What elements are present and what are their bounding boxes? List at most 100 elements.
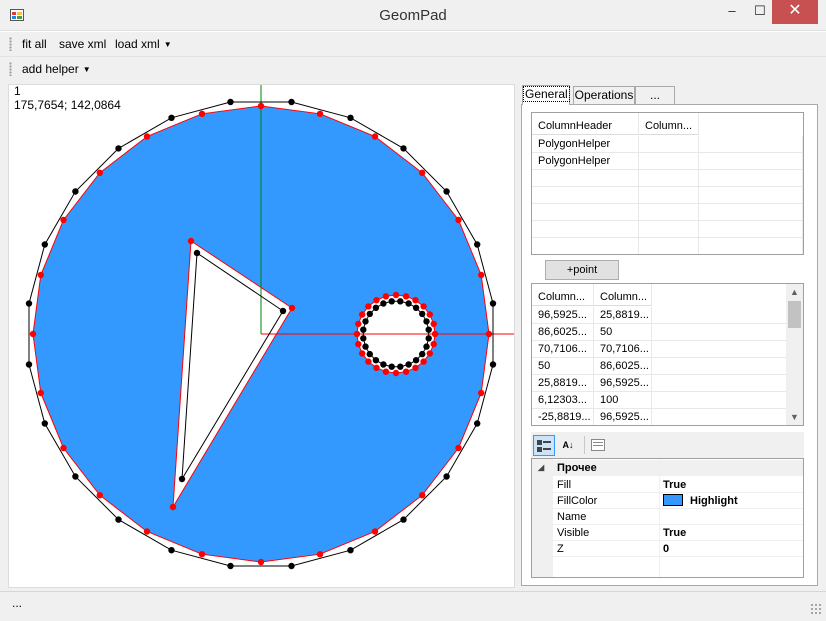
toolbar-grip[interactable]: [9, 37, 12, 51]
property-grid[interactable]: ◢ Прочее Fill True FillColor Highlight Name V…: [531, 458, 804, 578]
table-cell[interactable]: [699, 153, 803, 170]
table-cell[interactable]: 96,5925...: [532, 307, 594, 324]
property-row-fillcolor[interactable]: FillColor Highlight: [532, 493, 803, 509]
save-xml-button[interactable]: save xml: [59, 37, 106, 51]
table-cell[interactable]: [639, 221, 699, 238]
table-cell[interactable]: [699, 170, 803, 187]
table-row[interactable]: [532, 187, 803, 204]
property-value[interactable]: True: [663, 477, 686, 493]
scroll-up-icon[interactable]: ▲: [786, 284, 803, 300]
add-helper-dropdown[interactable]: add helper ▼: [22, 62, 91, 76]
table-row[interactable]: [532, 170, 803, 187]
table-cell[interactable]: 96,5925...: [594, 409, 652, 425]
table-cell[interactable]: [639, 204, 699, 221]
scroll-down-icon[interactable]: ▼: [786, 409, 803, 425]
table-cell[interactable]: [532, 170, 639, 187]
table-cell[interactable]: 86,6025...: [532, 324, 594, 341]
drawing-canvas[interactable]: 1 175,7654; 142,0864: [8, 84, 515, 588]
table-row[interactable]: -25,8819... 96,5925...: [532, 409, 787, 425]
table-row[interactable]: 25,8819... 96,5925...: [532, 375, 787, 392]
table-cell[interactable]: [699, 221, 803, 238]
table-cell[interactable]: 86,6025...: [594, 358, 652, 375]
table-row[interactable]: PolygonHelper: [532, 136, 803, 153]
table-cell[interactable]: [652, 375, 787, 392]
table-cell[interactable]: 25,8819...: [594, 307, 652, 324]
minimize-button[interactable]: –: [718, 0, 746, 24]
table-row[interactable]: 96,5925... 25,8819...: [532, 307, 787, 324]
table-cell[interactable]: [639, 170, 699, 187]
column-header[interactable]: Column...: [532, 284, 594, 306]
table-cell[interactable]: 96,5925...: [594, 375, 652, 392]
tab-operations[interactable]: Operations: [573, 86, 635, 104]
table-cell[interactable]: [639, 136, 699, 153]
geometry-view[interactable]: [9, 85, 515, 588]
property-value[interactable]: Highlight: [663, 493, 738, 509]
tab-general[interactable]: General: [522, 85, 570, 105]
property-pages-icon[interactable]: [587, 435, 609, 456]
table-row[interactable]: [532, 221, 803, 238]
result-vertex-point: [316, 110, 324, 117]
table-cell[interactable]: [699, 136, 803, 153]
helper-vertex-point: [388, 363, 395, 370]
table-row[interactable]: [532, 204, 803, 221]
table-cell[interactable]: 50: [532, 358, 594, 375]
property-row-z[interactable]: Z0: [532, 541, 803, 557]
table-row[interactable]: 86,6025... 50: [532, 324, 787, 341]
table-row[interactable]: [532, 238, 803, 254]
categorized-icon[interactable]: [533, 435, 555, 456]
table-cell[interactable]: [532, 221, 639, 238]
table-cell[interactable]: [639, 187, 699, 204]
add-point-button[interactable]: +point: [545, 260, 619, 280]
table-row[interactable]: 70,7106... 70,7106...: [532, 341, 787, 358]
table-cell[interactable]: 6,12303...: [532, 392, 594, 409]
table-cell[interactable]: [699, 187, 803, 204]
scroll-thumb[interactable]: [788, 301, 801, 328]
table-cell[interactable]: [532, 204, 639, 221]
table-cell[interactable]: [639, 238, 699, 254]
table-cell[interactable]: [532, 238, 639, 254]
toolbar-grip[interactable]: [9, 62, 12, 76]
table-cell[interactable]: [652, 392, 787, 409]
property-row-fill[interactable]: Fill True: [532, 477, 803, 493]
collapse-icon[interactable]: ◢: [538, 460, 544, 476]
helpers-grid[interactable]: ColumnHeader Column... PolygonHelper Poly…: [531, 112, 804, 255]
column-header[interactable]: ColumnHeader: [532, 113, 639, 135]
points-grid[interactable]: Column... Column... 96,5925... 25,8819...…: [531, 283, 804, 426]
table-cell[interactable]: 70,7106...: [594, 341, 652, 358]
table-cell[interactable]: [532, 187, 639, 204]
table-cell[interactable]: [652, 307, 787, 324]
table-row[interactable]: 6,12303... 100: [532, 392, 787, 409]
fit-all-button[interactable]: fit all: [22, 37, 47, 51]
table-cell[interactable]: [699, 204, 803, 221]
table-cell[interactable]: [652, 341, 787, 358]
property-category[interactable]: ◢ Прочее: [532, 460, 803, 476]
table-cell[interactable]: [699, 238, 803, 254]
column-header[interactable]: Column...: [594, 284, 652, 306]
table-cell[interactable]: 70,7106...: [532, 341, 594, 358]
table-cell[interactable]: PolygonHelper: [532, 153, 639, 170]
points-scrollbar[interactable]: ▲ ▼: [786, 284, 803, 425]
table-cell[interactable]: [639, 153, 699, 170]
property-value[interactable]: True: [663, 525, 686, 541]
table-cell[interactable]: [652, 324, 787, 341]
table-cell[interactable]: [652, 409, 787, 425]
maximize-button[interactable]: ☐: [746, 0, 774, 24]
table-cell[interactable]: 50: [594, 324, 652, 341]
result-vertex-point: [412, 297, 419, 304]
load-xml-dropdown[interactable]: load xml ▼: [115, 37, 172, 51]
table-cell[interactable]: 100: [594, 392, 652, 409]
property-row-name[interactable]: Name: [532, 509, 803, 525]
table-row[interactable]: PolygonHelper: [532, 153, 803, 170]
property-value[interactable]: 0: [663, 541, 669, 557]
tab-more[interactable]: ...: [635, 86, 675, 104]
table-cell[interactable]: PolygonHelper: [532, 136, 639, 153]
table-cell[interactable]: 25,8819...: [532, 375, 594, 392]
column-header[interactable]: Column...: [639, 113, 699, 135]
table-cell[interactable]: [652, 358, 787, 375]
property-row-visible[interactable]: Visible True: [532, 525, 803, 541]
close-button[interactable]: ✕: [772, 0, 818, 24]
resize-grip[interactable]: [810, 603, 822, 615]
table-cell[interactable]: -25,8819...: [532, 409, 594, 425]
table-row[interactable]: 50 86,6025...: [532, 358, 787, 375]
alphabetical-icon[interactable]: A↓: [557, 435, 579, 456]
